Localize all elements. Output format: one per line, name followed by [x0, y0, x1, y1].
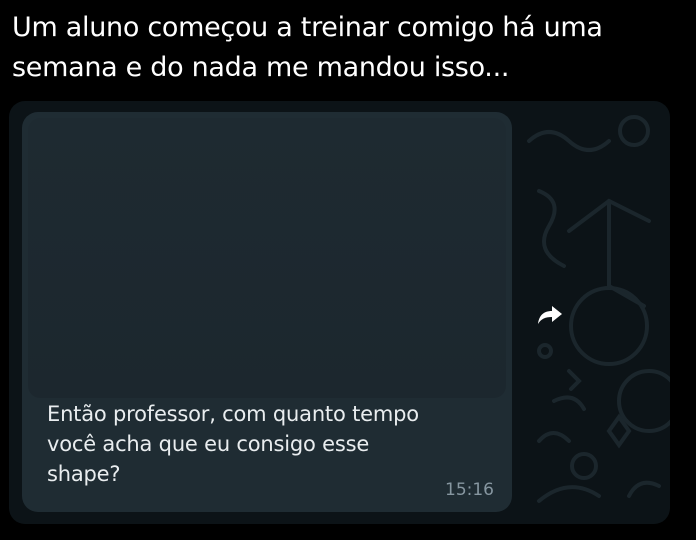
tweet-text: Um aluno começou a treinar comigo há uma… — [12, 8, 684, 88]
forward-button[interactable] — [532, 297, 568, 333]
forward-arrow-icon — [538, 306, 562, 324]
message-caption: Então professor, com quanto tempo você a… — [47, 399, 487, 489]
caption-line-1: Então professor, com quanto tempo — [47, 402, 419, 426]
message-timestamp: 15:16 — [445, 480, 494, 500]
message-bubble[interactable]: Então professor, com quanto tempo você a… — [22, 112, 512, 512]
tweet-text-line-1: Um aluno começou a treinar comigo há uma — [12, 12, 603, 43]
chat-screenshot: Então professor, com quanto tempo você a… — [9, 101, 670, 524]
caption-line-2: você acha que eu consigo esse — [47, 432, 370, 456]
caption-line-3: shape? — [47, 462, 121, 486]
image-placeholder[interactable] — [28, 118, 506, 398]
tweet-text-line-2: semana e do nada me mandou isso... — [12, 52, 510, 83]
